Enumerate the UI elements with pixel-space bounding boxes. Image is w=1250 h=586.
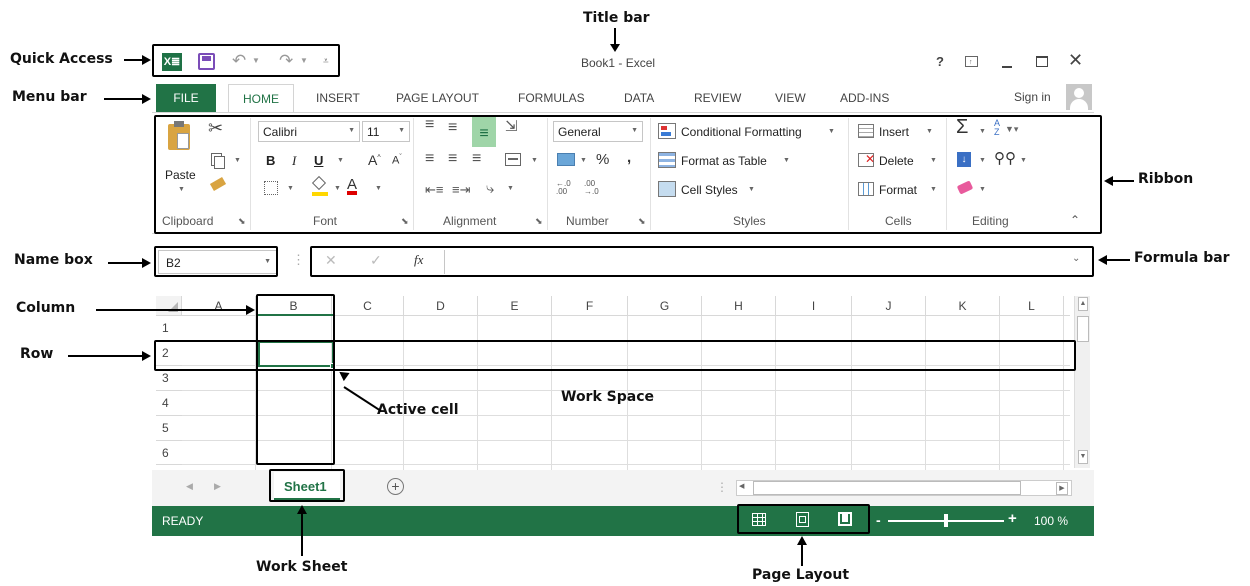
ribbon-arrow xyxy=(1112,180,1134,182)
title-bar-annotation: Title bar xyxy=(583,10,650,26)
arrow-head-icon xyxy=(297,505,307,514)
scroll-down-icon[interactable]: ▼ xyxy=(1078,450,1088,464)
column-header-j[interactable]: J xyxy=(852,296,926,316)
tab-review[interactable]: REVIEW xyxy=(694,84,741,112)
arrow-head-icon xyxy=(142,94,151,104)
formula-bar-arrow xyxy=(1106,259,1130,261)
horizontal-scrollbar[interactable]: ◀ xyxy=(736,480,1072,496)
quick-access-highlight xyxy=(152,44,340,77)
row-header-5[interactable]: 5 xyxy=(156,416,182,441)
quick-access-arrow xyxy=(124,59,144,61)
menu-bar-arrow xyxy=(104,98,144,100)
user-avatar-icon[interactable] xyxy=(1066,84,1092,110)
arrow-head-icon xyxy=(142,351,151,361)
column-header-h[interactable]: H xyxy=(702,296,776,316)
help-icon[interactable]: ? xyxy=(936,54,944,69)
work-sheet-arrow xyxy=(301,514,303,556)
page-layout-annotation: Page Layout xyxy=(752,567,850,583)
tab-splitter-icon[interactable]: ⋮ xyxy=(716,480,728,494)
column-header-k[interactable]: K xyxy=(926,296,1000,316)
tab-add-ins[interactable]: ADD-INS xyxy=(840,84,889,112)
column-header-c[interactable]: C xyxy=(332,296,404,316)
arrow-head-icon xyxy=(797,536,807,545)
select-all-corner[interactable] xyxy=(156,296,182,316)
active-cell-annotation: Active cell xyxy=(377,402,459,418)
tab-page-layout[interactable]: PAGE LAYOUT xyxy=(396,84,479,112)
tab-home-label: HOME xyxy=(243,92,279,106)
page-layout-arrow xyxy=(801,544,803,566)
zoom-slider-thumb[interactable] xyxy=(944,514,948,527)
row-header-4[interactable]: 4 xyxy=(156,391,182,416)
close-icon[interactable]: ✕ xyxy=(1068,50,1083,71)
formula-bar-highlight xyxy=(310,246,1094,277)
tab-file[interactable]: FILE xyxy=(156,84,216,112)
column-header-a[interactable]: A xyxy=(182,296,256,316)
menu-bar-annotation: Menu bar xyxy=(12,89,87,105)
column-header-i[interactable]: I xyxy=(776,296,852,316)
name-box-highlight xyxy=(154,246,278,277)
quick-access-annotation: Quick Access xyxy=(10,51,113,67)
row-header-1[interactable]: 1 xyxy=(156,316,182,341)
window-title: Book1 - Excel xyxy=(581,56,656,70)
name-box-annotation: Name box xyxy=(14,252,93,268)
formula-bar-annotation: Formula bar xyxy=(1134,250,1230,266)
arrow-head-icon xyxy=(142,55,151,65)
row-header-6[interactable]: 6 xyxy=(156,441,182,465)
horizontal-scroll-thumb[interactable] xyxy=(753,481,1021,495)
tab-insert[interactable]: INSERT xyxy=(316,84,360,112)
sheet-tab-highlight xyxy=(269,469,345,502)
arrow-head-icon xyxy=(610,44,620,52)
page-layout-highlight xyxy=(737,504,870,534)
zoom-in-icon[interactable]: + xyxy=(1008,510,1017,527)
tab-formulas[interactable]: FORMULAS xyxy=(518,84,585,112)
work-space-annotation: Work Space xyxy=(561,389,654,405)
zoom-out-icon[interactable]: - xyxy=(876,512,881,528)
zoom-level[interactable]: 100 % xyxy=(1034,514,1068,528)
scroll-left-icon[interactable]: ◀ xyxy=(739,482,744,490)
scroll-right-icon[interactable]: ▶ xyxy=(1056,482,1068,495)
status-text: READY xyxy=(162,514,204,528)
vertical-scroll-thumb[interactable] xyxy=(1077,316,1089,342)
ribbon-annotation: Ribbon xyxy=(1138,171,1194,187)
vertical-scrollbar[interactable]: ▲ ▼ xyxy=(1074,296,1090,468)
row-annotation: Row xyxy=(20,346,54,362)
tab-home[interactable]: HOME xyxy=(228,84,294,113)
minimize-icon[interactable] xyxy=(1002,66,1012,68)
tab-view[interactable]: VIEW xyxy=(775,84,806,112)
scroll-up-icon[interactable]: ▲ xyxy=(1078,297,1088,311)
column-header-d[interactable]: D xyxy=(404,296,478,316)
arrow-head-icon xyxy=(1098,255,1107,265)
work-sheet-annotation: Work Sheet xyxy=(256,559,348,575)
formula-bar-grip-icon: ⋮ xyxy=(292,252,305,267)
column-header-e[interactable]: E xyxy=(478,296,552,316)
arrow-head-icon xyxy=(246,305,255,315)
column-header-l[interactable]: L xyxy=(1000,296,1064,316)
column-highlight xyxy=(256,294,335,465)
new-sheet-icon[interactable]: + xyxy=(387,478,404,495)
arrow-head-icon xyxy=(142,258,151,268)
ribbon-display-options-icon[interactable]: ↑ xyxy=(965,56,978,67)
row-highlight xyxy=(154,340,1076,371)
column-header-f[interactable]: F xyxy=(552,296,628,316)
arrow-head-icon xyxy=(1104,176,1113,186)
ribbon-highlight xyxy=(154,115,1102,234)
row-arrow xyxy=(68,355,144,357)
maximize-icon[interactable] xyxy=(1036,56,1048,67)
name-box-arrow xyxy=(108,262,144,264)
column-header-g[interactable]: G xyxy=(628,296,702,316)
column-annotation: Column xyxy=(16,300,76,316)
column-arrow xyxy=(96,309,248,311)
prev-sheet-icon[interactable]: ◀ xyxy=(186,481,193,492)
next-sheet-icon[interactable]: ▶ xyxy=(214,481,221,492)
tab-data[interactable]: DATA xyxy=(624,84,654,112)
sign-in-link[interactable]: Sign in xyxy=(1014,90,1051,104)
